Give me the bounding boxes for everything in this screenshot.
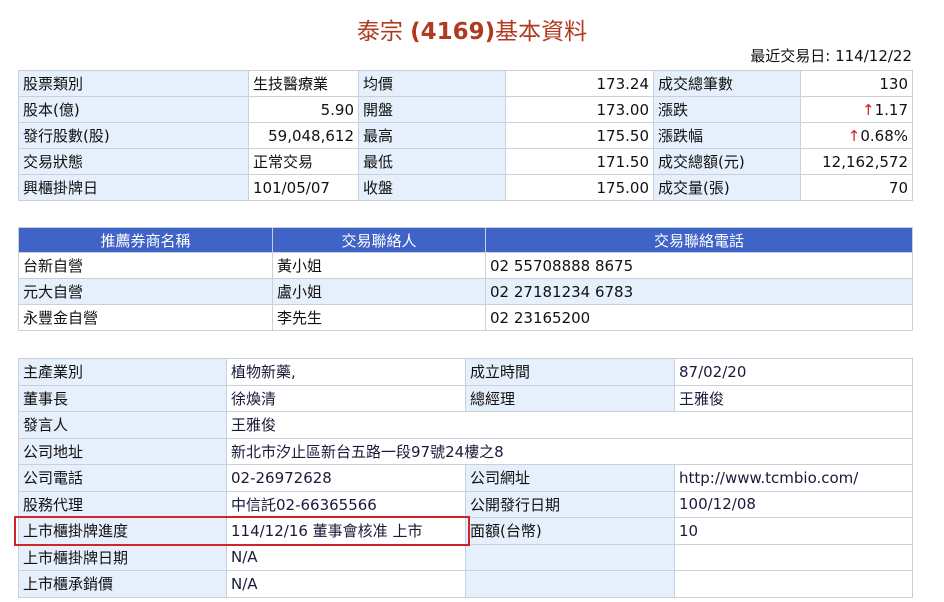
table-row: 公司地址 新北市汐止區新台五路一段97號24樓之8 [18, 437, 913, 465]
label: 交易狀態 [18, 148, 249, 175]
label: 股票類別 [18, 70, 249, 97]
value: 植物新藥, [226, 358, 466, 386]
table-row: 發行股數(股) 59,048,612 最高 175.50 漲跌幅 ↑0.68% [18, 122, 913, 149]
highlight-box [14, 516, 470, 546]
label: 董事長 [18, 384, 227, 412]
table-row: 台新自營 黃小姐 02 55708888 8675 [18, 252, 913, 279]
last-trade-date: 最近交易日: 114/12/22 [750, 47, 912, 65]
table-row: 主產業別 植物新藥, 成立時間 87/02/20 [18, 358, 913, 386]
value: 徐煥清 [226, 384, 466, 412]
value: 130 [800, 70, 913, 97]
broker-table: 推薦券商名稱 交易聯絡人 交易聯絡電話 台新自營 黃小姐 02 55708888 8… [18, 227, 913, 331]
value: 59,048,612 [248, 122, 359, 149]
table-row: 股票類別 生技醫療業 均價 173.24 成交總筆數 130 [18, 70, 913, 97]
table-row: 股本(億) 5.90 開盤 173.00 漲跌 ↑1.17 [18, 96, 913, 123]
value: 100/12/08 [674, 490, 913, 518]
label: 上市櫃承銷價 [18, 570, 227, 598]
label: 面額(台幣) [465, 517, 675, 545]
value: 中信託02-66365566 [226, 490, 466, 518]
table-row: 董事長 徐煥清 總經理 王雅俊 [18, 384, 913, 412]
empty-cell [674, 570, 913, 598]
contact: 盧小姐 [272, 278, 486, 305]
label: 上市櫃掛牌日期 [18, 543, 227, 571]
value: 175.50 [505, 122, 654, 149]
label: 最高 [358, 122, 506, 149]
value: 173.24 [505, 70, 654, 97]
value: 173.00 [505, 96, 654, 123]
header-phone: 交易聯絡電話 [485, 227, 913, 253]
phone: 02 27181234 6783 [485, 278, 913, 305]
table-row: 元大自營 盧小姐 02 27181234 6783 [18, 278, 913, 305]
empty-cell [465, 543, 675, 571]
label: 收盤 [358, 174, 506, 201]
label: 公司網址 [465, 464, 675, 492]
value: 101/05/07 [248, 174, 359, 201]
table-row: 上市櫃掛牌日期 N/A [18, 543, 913, 571]
label: 漲跌幅 [653, 122, 801, 149]
table-row: 上市櫃承銷價 N/A [18, 570, 913, 598]
broker-name: 台新自營 [18, 252, 273, 279]
title-suffix: 基本資料 [495, 19, 588, 45]
website-link[interactable]: http://www.tcmbio.com/ [674, 464, 913, 492]
stock-code: (4169) [410, 19, 496, 45]
contact: 李先生 [272, 304, 486, 331]
value: 新北市汐止區新台五路一段97號24樓之8 [226, 437, 913, 465]
label: 公司地址 [18, 437, 227, 465]
label: 漲跌 [653, 96, 801, 123]
label: 股務代理 [18, 490, 227, 518]
table-row: 交易狀態 正常交易 最低 171.50 成交總額(元) 12,162,572 [18, 148, 913, 175]
value: 王雅俊 [226, 411, 913, 439]
label: 主產業別 [18, 358, 227, 386]
company-table: 主產業別 植物新藥, 成立時間 87/02/20 董事長 徐煥清 總經理 王雅俊 發言人 王雅… [18, 358, 913, 598]
value: N/A [226, 543, 466, 571]
table-row: 興櫃掛牌日 101/05/07 收盤 175.00 成交量(張) 70 [18, 174, 913, 201]
label: 發行股數(股) [18, 122, 249, 149]
label: 發言人 [18, 411, 227, 439]
value: N/A [226, 570, 466, 598]
header-broker: 推薦券商名稱 [18, 227, 273, 253]
label: 最低 [358, 148, 506, 175]
empty-cell [465, 570, 675, 598]
value: 正常交易 [248, 148, 359, 175]
label: 興櫃掛牌日 [18, 174, 249, 201]
value: 10 [674, 517, 913, 545]
label: 均價 [358, 70, 506, 97]
contact: 黃小姐 [272, 252, 486, 279]
table-row: 永豐金自營 李先生 02 23165200 [18, 304, 913, 331]
broker-name: 元大自營 [18, 278, 273, 305]
label: 總經理 [465, 384, 675, 412]
value: 175.00 [505, 174, 654, 201]
label: 成交量(張) [653, 174, 801, 201]
empty-cell [674, 543, 913, 571]
label: 公開發行日期 [465, 490, 675, 518]
label: 成交總筆數 [653, 70, 801, 97]
value: 87/02/20 [674, 358, 913, 386]
broker-name: 永豐金自營 [18, 304, 273, 331]
label: 開盤 [358, 96, 506, 123]
value: 70 [800, 174, 913, 201]
table-row: 股務代理 中信託02-66365566 公開發行日期 100/12/08 [18, 490, 913, 518]
value: 王雅俊 [674, 384, 913, 412]
value: 5.90 [248, 96, 359, 123]
label: 股本(億) [18, 96, 249, 123]
page-title: 泰宗 (4169)基本資料 [0, 12, 944, 46]
value: 生技醫療業 [248, 70, 359, 97]
quote-table: 股票類別 生技醫療業 均價 173.24 成交總筆數 130 股本(億) 5.90 開盤 173.… [18, 70, 913, 201]
phone: 02 23165200 [485, 304, 913, 331]
value: 171.50 [505, 148, 654, 175]
value: 02-26972628 [226, 464, 466, 492]
label: 成交總額(元) [653, 148, 801, 175]
company-name: 泰宗 [356, 19, 411, 45]
label: 成立時間 [465, 358, 675, 386]
label: 公司電話 [18, 464, 227, 492]
header-contact: 交易聯絡人 [272, 227, 486, 253]
phone: 02 55708888 8675 [485, 252, 913, 279]
table-row: 公司電話 02-26972628 公司網址 http://www.tcmbio.com… [18, 464, 913, 492]
table-row: 發言人 王雅俊 [18, 411, 913, 439]
value: 12,162,572 [800, 148, 913, 175]
value: ↑1.17 [800, 96, 913, 123]
value: ↑0.68% [800, 122, 913, 149]
